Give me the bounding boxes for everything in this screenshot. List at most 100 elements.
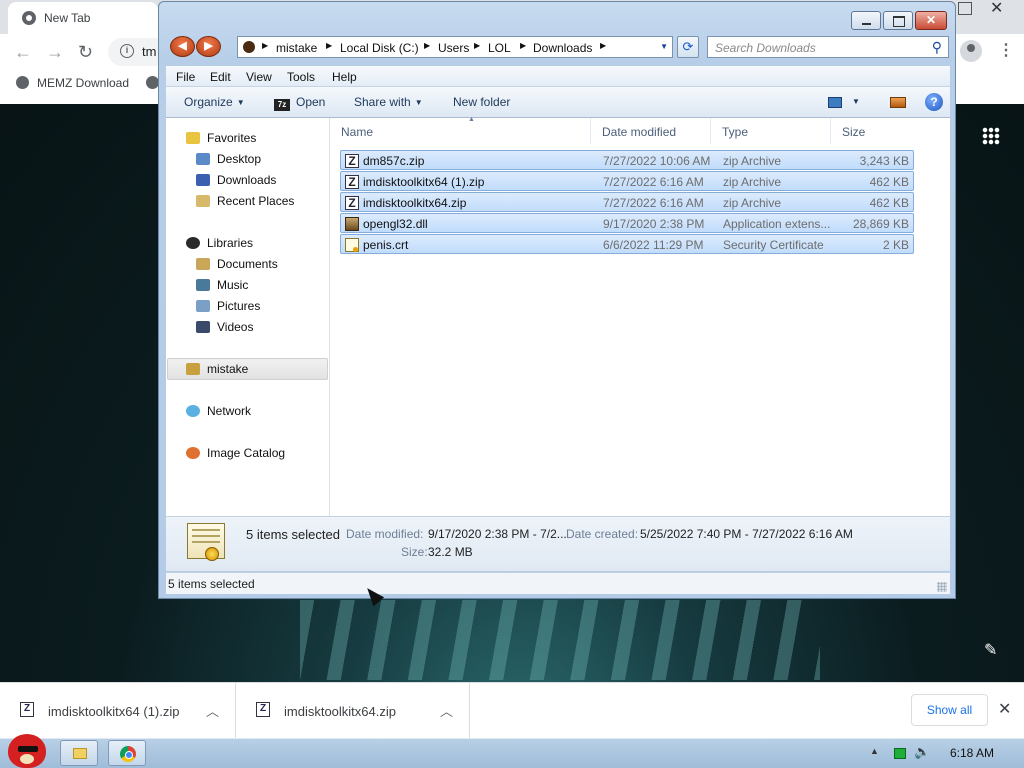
chevron-up-icon[interactable]: ︿: [206, 701, 219, 720]
breadcrumb-downloads[interactable]: Downloads: [533, 41, 592, 55]
file-size: 462 KB: [869, 196, 909, 210]
back-arrow-icon[interactable]: ◀: [170, 36, 195, 57]
help-icon[interactable]: ?: [925, 93, 943, 111]
refresh-icon[interactable]: ⟳: [677, 36, 699, 58]
browser-restore-icon[interactable]: [958, 2, 972, 15]
breadcrumb-arrow-icon[interactable]: ▶: [424, 41, 430, 50]
breadcrumb-arrow-icon[interactable]: ▶: [600, 41, 606, 50]
nav-favorites[interactable]: Favorites: [186, 131, 256, 145]
nav-downloads[interactable]: Downloads: [196, 173, 276, 187]
chevron-down-icon: ▼: [236, 98, 245, 107]
change-view-icon[interactable]: [828, 97, 842, 108]
address-dropdown-icon[interactable]: ▼: [660, 42, 668, 51]
date-modified-value: 9/17/2020 2:38 PM - 7/2...: [428, 527, 567, 541]
search-icon[interactable]: ⚲: [932, 39, 942, 56]
image-catalog-icon: [186, 447, 200, 459]
profile-avatar-icon[interactable]: [960, 40, 982, 62]
nav-network[interactable]: Network: [186, 404, 251, 418]
open-button[interactable]: 7z Open: [274, 95, 325, 111]
organize-button[interactable]: Organize ▼: [184, 95, 245, 109]
date-created-label: Date created:: [566, 527, 639, 541]
7zip-icon: 7z: [274, 99, 290, 111]
breadcrumb-lol[interactable]: LOL: [488, 41, 511, 55]
breadcrumb-users[interactable]: Users: [438, 41, 469, 55]
google-apps-icon[interactable]: [982, 127, 1000, 145]
nav-videos[interactable]: Videos: [196, 320, 253, 334]
breadcrumb-mistake[interactable]: mistake: [276, 41, 317, 55]
column-header-size[interactable]: Size: [836, 118, 911, 144]
resize-grip-icon[interactable]: [937, 582, 947, 592]
menu-file[interactable]: File: [176, 70, 195, 84]
nav-image-catalog[interactable]: Image Catalog: [186, 446, 285, 460]
close-shelf-icon[interactable]: ✕: [998, 699, 1011, 719]
address-bar[interactable]: ▶ mistake ▶ Local Disk (C:) ▶ Users ▶ LO…: [237, 36, 673, 58]
preview-pane-icon[interactable]: [890, 97, 906, 108]
nav-label: Videos: [217, 320, 254, 334]
browser-back-icon[interactable]: ←: [14, 42, 32, 63]
site-info-icon[interactable]: i: [120, 44, 134, 58]
share-with-button[interactable]: Share with ▼: [354, 95, 423, 109]
file-row[interactable]: Z imdisktoolkitx64 (1).zip 7/27/2022 6:1…: [340, 171, 914, 191]
nav-documents[interactable]: Documents: [196, 257, 278, 271]
download-item[interactable]: Z imdisktoolkitx64.zip ︿: [236, 683, 470, 739]
file-size: 28,869 KB: [852, 217, 909, 231]
search-input[interactable]: Search Downloads ⚲: [707, 36, 949, 58]
new-folder-button[interactable]: New folder: [453, 95, 510, 109]
show-hidden-icons-icon[interactable]: ▲: [870, 746, 879, 756]
file-row[interactable]: Z imdisktoolkitx64.zip 7/27/2022 6:16 AM…: [340, 192, 914, 212]
nav-label: Recent Places: [217, 194, 295, 208]
zip-archive-icon: Z: [20, 702, 34, 717]
chevron-down-icon[interactable]: ▼: [852, 97, 860, 106]
forward-arrow-icon[interactable]: ▶: [196, 36, 221, 57]
nav-pictures[interactable]: Pictures: [196, 299, 260, 313]
breadcrumb-local-disk[interactable]: Local Disk (C:): [340, 41, 419, 55]
customize-pencil-icon[interactable]: ✎: [984, 640, 997, 660]
nav-label: Image Catalog: [207, 446, 286, 460]
browser-forward-icon[interactable]: →: [46, 42, 64, 63]
maximize-button[interactable]: [883, 11, 913, 30]
breadcrumb-arrow-icon[interactable]: ▶: [326, 41, 332, 50]
nav-desktop[interactable]: Desktop: [196, 152, 261, 166]
file-row[interactable]: penis.crt 6/6/2022 11:29 PM Security Cer…: [340, 234, 914, 254]
menu-tools[interactable]: Tools: [287, 70, 315, 84]
taskbar-explorer-button[interactable]: [60, 740, 98, 766]
minimize-button[interactable]: [851, 11, 881, 30]
browser-menu-icon[interactable]: ⋮: [998, 40, 1014, 60]
taskbar-clock[interactable]: 6:18 AM: [950, 746, 994, 760]
file-row[interactable]: opengl32.dll 9/17/2020 2:38 PM Applicati…: [340, 213, 914, 233]
taskbar-chrome-button[interactable]: [108, 740, 146, 766]
column-header-name[interactable]: Name: [335, 118, 591, 144]
browser-close-icon[interactable]: ✕: [990, 0, 1003, 18]
volume-tray-icon[interactable]: 🔈: [914, 744, 930, 760]
chevron-up-icon[interactable]: ︿: [440, 701, 453, 720]
menu-view[interactable]: View: [246, 70, 272, 84]
bookmark-memz-download[interactable]: MEMZ Download: [16, 76, 129, 90]
close-button[interactable]: [915, 11, 947, 30]
zip-archive-icon: Z: [345, 175, 359, 189]
menu-help[interactable]: Help: [332, 70, 357, 84]
date-created-value: 5/25/2022 7:40 PM - 7/27/2022 6:16 AM: [640, 527, 853, 541]
browser-reload-icon[interactable]: ↻: [78, 42, 93, 63]
nav-music[interactable]: Music: [196, 278, 248, 292]
file-name: imdisktoolkitx64 (1).zip: [363, 175, 485, 189]
file-row[interactable]: Z dm857c.zip 7/27/2022 10:06 AM zip Arch…: [340, 150, 914, 170]
start-button[interactable]: [2, 732, 50, 768]
nav-recent-places[interactable]: Recent Places: [196, 194, 294, 208]
network-tray-icon[interactable]: [894, 748, 906, 759]
browser-tab-new-tab[interactable]: New Tab: [8, 2, 158, 34]
nav-homegroup-mistake[interactable]: mistake: [186, 362, 248, 376]
file-type: zip Archive: [723, 154, 782, 168]
breadcrumb-arrow-icon[interactable]: ▶: [520, 41, 526, 50]
music-icon: [196, 279, 210, 291]
breadcrumb-arrow-icon[interactable]: ▶: [474, 41, 480, 50]
column-header-type[interactable]: Type: [716, 118, 831, 144]
nav-libraries[interactable]: Libraries: [186, 236, 253, 250]
download-item[interactable]: Z imdisktoolkitx64 (1).zip ︿: [0, 683, 236, 739]
nav-label: mistake: [207, 362, 249, 376]
show-all-downloads-button[interactable]: Show all: [911, 694, 988, 726]
zip-archive-icon: Z: [345, 154, 359, 168]
menu-edit[interactable]: Edit: [210, 70, 231, 84]
column-header-date-modified[interactable]: Date modified: [596, 118, 711, 144]
breadcrumb-arrow-icon[interactable]: ▶: [262, 41, 268, 50]
file-type: zip Archive: [723, 175, 782, 189]
